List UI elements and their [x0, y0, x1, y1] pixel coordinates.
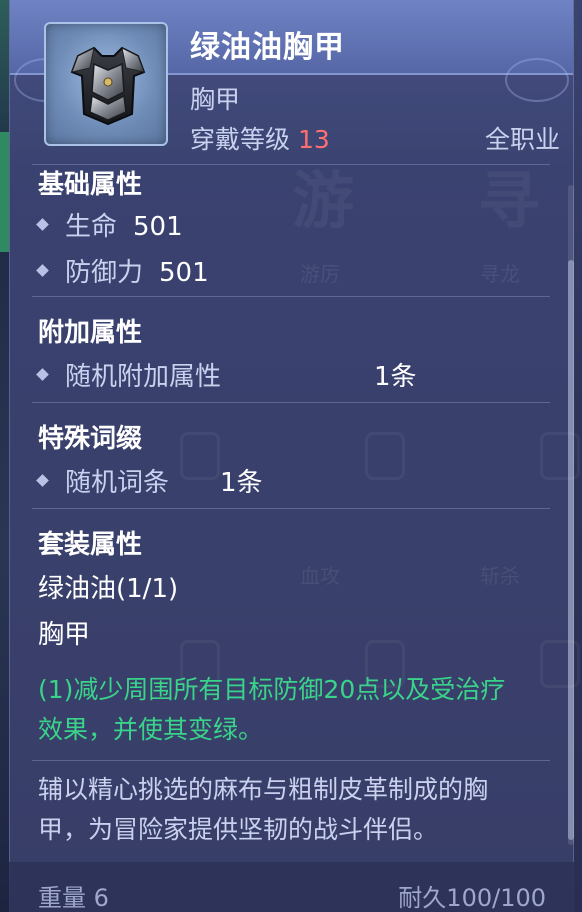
header-ornament: [505, 58, 569, 102]
set-bonus-line: 效果，并使其变绿。: [38, 715, 264, 744]
attr-value: 501: [133, 212, 183, 242]
section-title-extra: 附加属性: [38, 318, 143, 348]
weight-value: 6: [93, 884, 109, 912]
background-edge-highlight: [0, 132, 9, 252]
durability-value: 100/100: [446, 884, 546, 912]
background-skill-label: 寻龙: [480, 262, 520, 286]
background-skill-label: 游厉: [300, 262, 340, 286]
set-bonus-line: (1)减少周围所有目标防御20点以及受治疗: [38, 675, 506, 704]
set-piece: 胸甲: [38, 620, 91, 650]
attr-value: 1条: [220, 468, 263, 498]
attr-row: 随机附加属性 1条: [36, 356, 558, 393]
attr-row: 随机词条 1条: [36, 462, 558, 499]
diamond-bullet-icon: [36, 368, 49, 381]
attr-name: 生命: [65, 212, 118, 242]
durability-label: 耐久: [398, 884, 447, 912]
required-level: 穿戴等级 13: [190, 120, 330, 156]
attr-name: 随机附加属性: [65, 362, 222, 392]
diamond-bullet-icon: [36, 474, 49, 487]
set-bonus-text: (1)减少周围所有目标防御20点以及受治疗 效果，并使其变绿。: [38, 670, 553, 750]
attr-row: 生命 501: [36, 206, 183, 243]
item-description: 辅以精心挑选的麻布与粗制皮革制成的胸 甲，为冒险家提供坚韧的战斗伴侣。: [38, 770, 553, 850]
chest-armor-icon: [70, 46, 146, 126]
attr-row: 防御力 501: [36, 252, 209, 289]
required-level-label: 穿戴等级: [190, 125, 291, 154]
background-skill-label: 血攻: [300, 564, 340, 588]
attr-value: 1条: [374, 362, 417, 392]
section-title-set: 套装属性: [38, 530, 143, 560]
attr-name: 随机词条: [65, 468, 170, 498]
diamond-bullet-icon: [36, 218, 49, 231]
background-skill-label: 斩杀: [480, 564, 520, 588]
section-title-affix: 特殊词缀: [38, 424, 143, 454]
weight-label: 重量: [38, 884, 86, 912]
description-line: 辅以精心挑选的麻布与粗制皮革制成的胸: [38, 775, 489, 804]
diamond-bullet-icon: [36, 264, 49, 277]
divider: [32, 760, 550, 761]
tooltip-scrollbar-thumb[interactable]: [568, 260, 574, 840]
item-type: 胸甲: [190, 85, 241, 114]
set-name: 绿油油(1/1): [38, 574, 179, 604]
attr-value: 501: [159, 258, 209, 288]
item-icon-slot: [44, 22, 168, 146]
divider: [32, 508, 550, 509]
divider: [32, 402, 550, 403]
required-level-value: 13: [298, 125, 330, 154]
game-screen: 游 寻 游厉 寻龙 血攻 斩杀 绿油油胸甲 胸甲 穿戴等级 13 全职业 基础属…: [0, 0, 582, 912]
item-weight: 重量 6: [38, 878, 109, 912]
class-restriction: 全职业: [484, 125, 560, 154]
item-name: 绿油油胸甲: [190, 30, 345, 65]
divider: [32, 296, 550, 297]
item-durability: 耐久100/100: [398, 878, 546, 912]
description-line: 甲，为冒险家提供坚韧的战斗伴侣。: [38, 815, 439, 844]
section-title-basic: 基础属性: [38, 170, 143, 200]
attr-name: 防御力: [65, 258, 144, 288]
